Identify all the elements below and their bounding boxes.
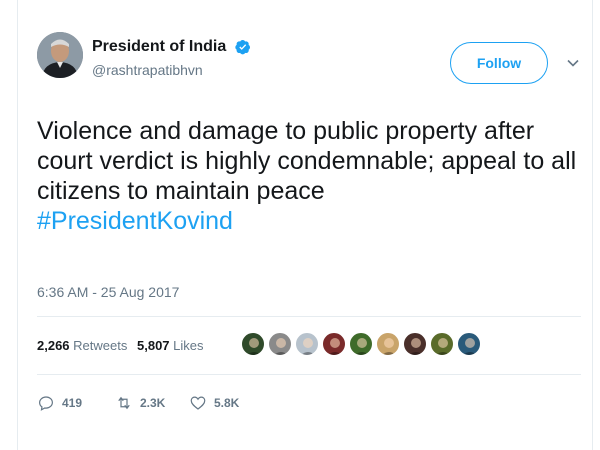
tweet-actions: 419 2.3K 5.8K xyxy=(37,391,337,415)
author-handle[interactable]: @rashtrapatibhvn xyxy=(92,62,251,78)
window-right-edge xyxy=(592,0,600,450)
retweets-stat[interactable]: 2,266 Retweets xyxy=(37,338,127,353)
like-button[interactable]: 5.8K xyxy=(189,391,239,415)
retweet-icon xyxy=(118,396,130,410)
heart-icon xyxy=(190,396,206,410)
window-left-edge xyxy=(0,0,18,450)
reply-button[interactable]: 419 xyxy=(37,391,82,415)
reply-icon xyxy=(39,396,53,411)
hashtag-link[interactable]: #PresidentKovind xyxy=(37,207,233,235)
chevron-down-icon[interactable] xyxy=(566,56,580,70)
liker-avatar[interactable] xyxy=(295,332,319,356)
retweets-label: Retweets xyxy=(73,338,128,353)
retweet-count: 2.3K xyxy=(140,396,166,410)
liker-avatar[interactable] xyxy=(457,332,481,356)
author-display-name[interactable]: President of India xyxy=(92,38,226,56)
like-count: 5.8K xyxy=(214,396,240,410)
reply-count: 419 xyxy=(62,396,83,410)
liker-avatar[interactable] xyxy=(268,332,292,356)
liker-avatar[interactable] xyxy=(403,332,427,356)
liker-avatar[interactable] xyxy=(376,332,400,356)
tweet-timestamp[interactable]: 6:36 AM - 25 Aug 2017 xyxy=(37,284,179,300)
likes-count: 5,807 xyxy=(137,338,170,353)
likes-label: Likes xyxy=(173,338,204,353)
divider xyxy=(37,316,581,317)
liker-avatar[interactable] xyxy=(322,332,346,356)
follow-button[interactable]: Follow xyxy=(450,42,548,84)
retweets-count: 2,266 xyxy=(37,338,70,353)
liker-avatar[interactable] xyxy=(430,332,454,356)
avatar[interactable] xyxy=(37,32,83,78)
tweet-text: Violence and damage to public property a… xyxy=(37,116,582,236)
verified-badge-icon xyxy=(235,40,250,55)
author-names: President of India @rashtrapatibhvn xyxy=(92,38,251,78)
liker-avatar[interactable] xyxy=(241,332,265,356)
divider xyxy=(37,374,581,375)
likes-stat[interactable]: 5,807 Likes xyxy=(137,338,204,353)
tweet-card: President of India @rashtrapatibhvn Foll… xyxy=(19,0,592,450)
tweet-stats: 2,266 Retweets 5,807 Likes xyxy=(37,330,581,362)
liker-avatar[interactable] xyxy=(349,332,373,356)
tweet-body: Violence and damage to public property a… xyxy=(37,117,577,205)
retweet-button[interactable]: 2.3K xyxy=(115,391,165,415)
tweet-header: President of India @rashtrapatibhvn Foll… xyxy=(37,32,580,96)
